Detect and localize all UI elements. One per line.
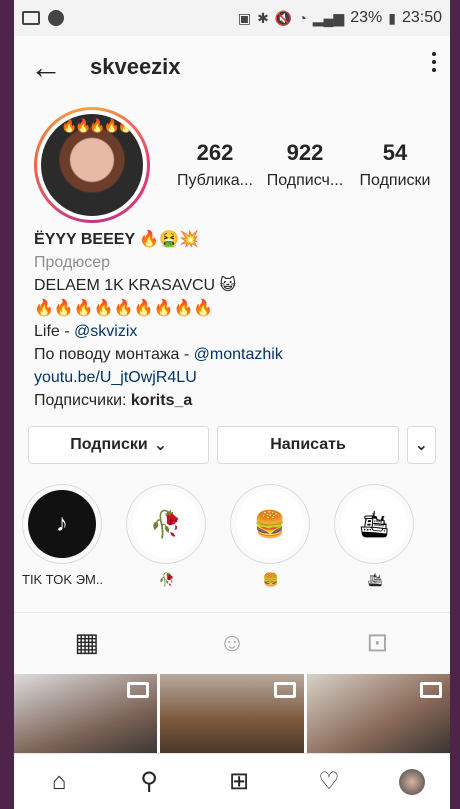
followers-count: 922 <box>286 140 324 165</box>
post-thumbnail[interactable] <box>306 674 450 764</box>
following-count: 54 <box>382 140 408 165</box>
signal-icon: ▂▄▆ <box>312 9 345 26</box>
arrow-left-icon[interactable]: ← <box>30 51 78 83</box>
post-grid <box>14 674 450 764</box>
grid-icon[interactable]: ▦ <box>14 627 159 658</box>
bottom-navigation: ⌂ ⚲ ⊞ ♡ <box>14 753 450 809</box>
highlight-label: 🥀 <box>158 572 176 587</box>
wilted-rose-icon: 🥀 <box>132 490 200 558</box>
stat-posts[interactable]: 262 Публика... <box>170 140 260 190</box>
profile-header: ← skveezix <box>14 36 450 98</box>
post-thumbnail[interactable] <box>160 674 304 764</box>
subs-prefix: Подписчики: <box>34 392 131 409</box>
face-tag-icon[interactable]: ☺ <box>159 627 304 658</box>
add-post-icon[interactable]: ⊞ <box>219 767 259 796</box>
highlight-item[interactable]: ♪ TIK TOK ЭМ... <box>22 484 104 588</box>
video-icon <box>273 682 296 698</box>
profile-stats: 262 Публика... 922 Подписч... 54 Подписк… <box>170 140 440 190</box>
bio-subs-line: Подписчики: korits_a <box>34 389 430 412</box>
suggestions-dropdown-button[interactable]: ⌄ <box>406 426 437 464</box>
stat-followers[interactable]: 922 Подписч... <box>260 140 350 190</box>
followers-label: Подписч... <box>266 172 344 189</box>
battery-icon: ▮ <box>388 9 396 26</box>
gallery-notification-icon <box>22 11 40 25</box>
profile-actions: Подписки ⌄ Написать ⌄ <box>14 412 450 464</box>
frame-left <box>0 0 14 809</box>
subs-user-link[interactable]: korits_a <box>131 392 192 409</box>
subscriptions-button[interactable]: Подписки ⌄ <box>28 426 210 464</box>
bio-life-line: Life - @skvizix <box>34 320 430 343</box>
battery-percent: 23% <box>350 9 383 26</box>
profile-summary: 🔥🔥🔥🔥🔥 262 Публика... 922 Подписч... 54 П… <box>14 98 450 223</box>
subscriptions-label: Подписки <box>70 436 148 453</box>
status-bar: ▣ ✱ 🔇 ◔ ▂▄▆ 23% ▮ 23:50 <box>14 0 450 36</box>
post-thumbnail[interactable] <box>14 674 158 764</box>
highlight-item[interactable]: 🛳 🛳 <box>334 484 416 588</box>
wifi-icon: ◔ <box>298 10 307 26</box>
clock: 23:50 <box>401 9 442 26</box>
bio-fire-line: 🔥🔥🔥🔥🔥🔥🔥🔥🔥 <box>34 300 214 317</box>
more-vertical-icon[interactable] <box>432 52 436 72</box>
video-icon <box>419 682 442 698</box>
highlight-label: 🍔 <box>262 572 280 587</box>
posts-label: Публика... <box>177 172 253 189</box>
highlight-label: 🛳 <box>366 572 384 587</box>
profile-username: skveezix <box>90 54 181 79</box>
profile-avatar[interactable]: 🔥🔥🔥🔥🔥 <box>34 107 150 223</box>
highlight-item[interactable]: 🍔 🍔 <box>230 484 312 588</box>
tiktok-icon: ♪ <box>28 490 96 558</box>
ship-icon: 🛳 <box>340 490 408 558</box>
story-highlights: ♪ TIK TOK ЭМ... 🥀 🥀 🍔 🍔 🛳 🛳 <box>14 464 450 588</box>
life-mention-link[interactable]: @skvizix <box>74 323 137 340</box>
profile-tabs: ▦ ☺ ⊡ <box>14 612 450 672</box>
tagged-person-icon[interactable]: ⊡ <box>305 627 450 658</box>
message-button[interactable]: Написать <box>217 426 399 464</box>
bio-category: Продюсер <box>34 254 111 271</box>
phone-screen: ▣ ✱ 🔇 ◔ ▂▄▆ 23% ▮ 23:50 ← skveezix 🔥🔥🔥🔥🔥… <box>14 0 450 809</box>
montage-mention-link[interactable]: @montazhik <box>194 346 283 363</box>
bio-name: ЁYYY BEEEY 🔥🤮💥 <box>34 231 200 248</box>
fire-crown-icon: 🔥🔥🔥🔥🔥 <box>61 118 134 133</box>
home-icon[interactable]: ⌂ <box>39 768 79 796</box>
profile-avatar[interactable] <box>399 768 425 795</box>
burger-icon: 🍔 <box>236 490 304 558</box>
video-icon <box>127 682 150 698</box>
posts-count: 262 <box>196 140 234 165</box>
highlight-item[interactable]: 🥀 🥀 <box>126 484 208 588</box>
bio-line: DELAEM 1K KRASAVCU 😺 <box>34 277 237 294</box>
highlight-label: TIK TOK ЭМ... <box>22 572 104 587</box>
heart-icon[interactable]: ♡ <box>309 767 349 796</box>
chevron-down-icon: ⌄ <box>153 437 168 454</box>
profile-bio: ЁYYY BEEEY 🔥🤮💥 Продюсер DELAEM 1K KRASAV… <box>14 218 450 412</box>
stat-following[interactable]: 54 Подписки <box>350 140 440 190</box>
following-label: Подписки <box>359 172 431 189</box>
frame-right <box>450 0 460 809</box>
mute-icon: 🔇 <box>274 9 293 26</box>
montage-prefix: По поводу монтажа - <box>34 346 194 363</box>
notification-icon <box>48 10 64 26</box>
bluetooth-icon: ✱ <box>257 9 269 26</box>
bio-url-link[interactable]: youtu.be/U_jtOwjR4LU <box>34 366 430 389</box>
search-icon[interactable]: ⚲ <box>129 767 169 796</box>
chevron-down-icon: ⌄ <box>414 437 429 454</box>
message-label: Написать <box>270 436 346 453</box>
life-prefix: Life - <box>34 323 75 340</box>
bio-montage-line: По поводу монтажа - @montazhik <box>34 343 430 366</box>
vibrate-icon: ▣ <box>237 9 252 26</box>
